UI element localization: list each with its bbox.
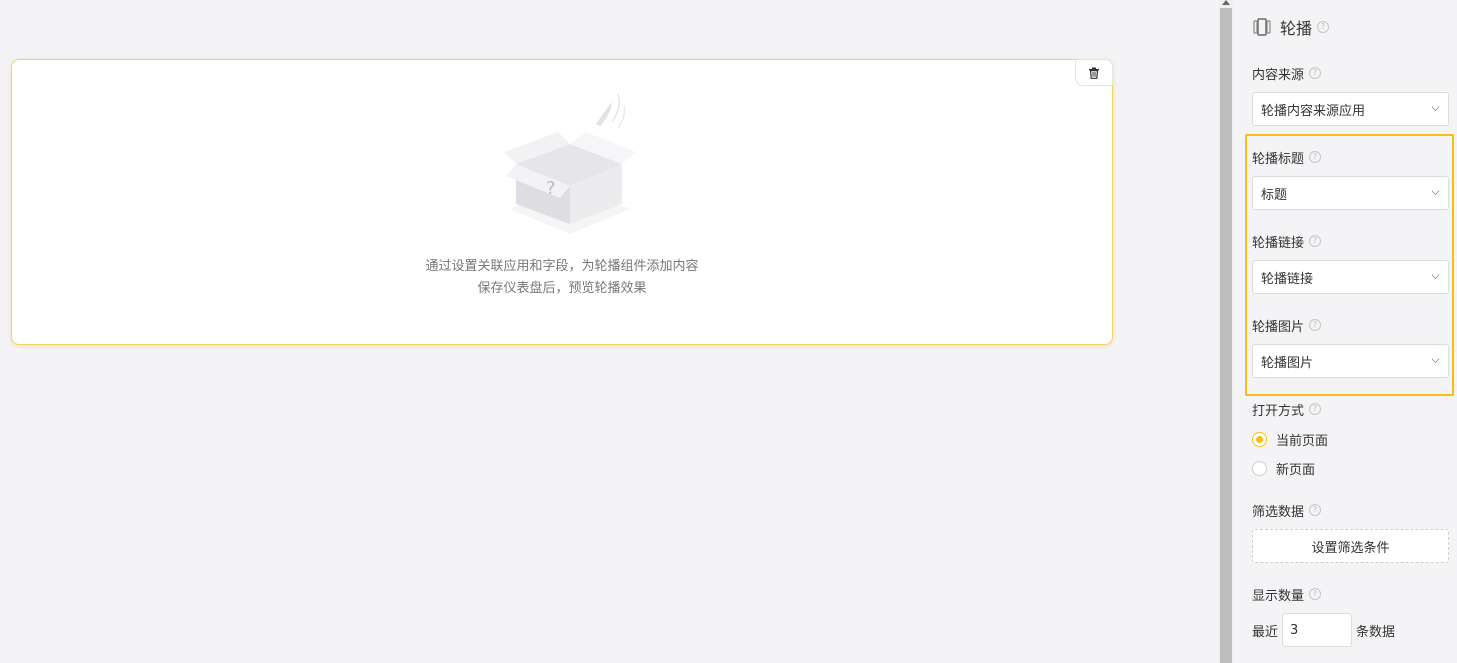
chevron-down-icon (1431, 190, 1440, 196)
radio-checked-icon[interactable] (1252, 431, 1267, 447)
help-icon[interactable]: ? (1309, 235, 1322, 247)
dashboard-canvas: ? 通过设置关联应用和字段，为轮播组件添加内容 保存仪表盘后，预览轮播效果 (0, 0, 1219, 663)
svg-text:?: ? (546, 178, 556, 199)
carousel-title-label: 轮播标题 ? (1252, 148, 1322, 167)
chevron-down-icon (1431, 106, 1440, 112)
filter-label: 筛选数据 ? (1252, 501, 1322, 520)
open-mode-option-label: 新页面 (1276, 462, 1316, 478)
help-icon[interactable]: ? (1309, 403, 1322, 415)
carousel-image-label: 轮播图片 ? (1252, 316, 1322, 335)
help-icon[interactable]: ? (1309, 504, 1322, 516)
help-icon[interactable]: ? (1309, 588, 1322, 600)
radio-unchecked-icon[interactable] (1252, 460, 1267, 476)
scroll-thumb[interactable] (1220, 8, 1232, 663)
carousel-link-label-text: 轮播链接 (1252, 235, 1305, 251)
empty-hint-line-1: 通过设置关联应用和字段，为轮播组件添加内容 (425, 259, 699, 274)
help-icon[interactable]: ? (1309, 67, 1322, 79)
carousel-image-label-text: 轮播图片 (1252, 319, 1305, 335)
carousel-title-select[interactable]: 标题 (1252, 176, 1449, 210)
canvas-scrollbar[interactable] (1219, 0, 1233, 663)
display-count-label-text: 显示数量 (1252, 588, 1305, 604)
display-count-suffix: 条数据 (1356, 624, 1396, 640)
open-mode-current-page[interactable]: 当前页面 (1252, 430, 1329, 449)
carousel-link-select[interactable]: 轮播链接 (1252, 260, 1449, 294)
set-filter-button[interactable]: 设置筛选条件 (1252, 529, 1449, 563)
display-count-prefix: 最近 (1252, 624, 1279, 640)
open-mode-new-page[interactable]: 新页面 (1252, 459, 1316, 478)
carousel-link-label: 轮播链接 ? (1252, 232, 1322, 251)
carousel-widget[interactable]: ? 通过设置关联应用和字段，为轮播组件添加内容 保存仪表盘后，预览轮播效果 (11, 59, 1113, 345)
open-mode-option-label: 当前页面 (1276, 433, 1329, 449)
content-source-label: 内容来源 ? (1252, 64, 1322, 83)
empty-hint-line-2: 保存仪表盘后，预览轮播效果 (477, 281, 647, 296)
open-mode-label-text: 打开方式 (1252, 403, 1305, 419)
panel-title: 轮播 (1280, 19, 1313, 38)
chevron-down-icon (1431, 274, 1440, 280)
help-icon[interactable]: ? (1309, 151, 1322, 163)
content-source-select[interactable]: 轮播内容来源应用 (1252, 92, 1449, 126)
panel-header: 轮播 ? (1252, 16, 1330, 38)
help-icon[interactable]: ? (1317, 21, 1330, 33)
carousel-image-value: 轮播图片 (1261, 355, 1314, 371)
carousel-image-select[interactable]: 轮播图片 (1252, 344, 1449, 378)
carousel-icon (1253, 18, 1271, 36)
display-count-input[interactable] (1282, 613, 1353, 647)
trash-icon (1089, 67, 1099, 79)
content-source-value: 轮播内容来源应用 (1261, 103, 1366, 119)
filter-label-text: 筛选数据 (1252, 504, 1305, 520)
chevron-down-icon (1431, 358, 1440, 364)
carousel-title-value: 标题 (1261, 187, 1288, 203)
delete-widget-button[interactable] (1075, 59, 1113, 86)
carousel-link-value: 轮播链接 (1261, 271, 1314, 287)
help-icon[interactable]: ? (1309, 319, 1322, 331)
carousel-title-label-text: 轮播标题 (1252, 151, 1305, 167)
open-mode-label: 打开方式 ? (1252, 400, 1322, 419)
settings-panel: 轮播 ? 内容来源 ? 轮播内容来源应用 轮播标题 ? 标题 轮播链接 ? 轮播… (1236, 0, 1457, 663)
display-count-label: 显示数量 ? (1252, 585, 1322, 604)
scroll-up-arrow-icon[interactable] (1222, 0, 1230, 5)
display-count-row: 最近 条数据 (1252, 613, 1395, 647)
content-source-label-text: 内容来源 (1252, 67, 1305, 83)
empty-box-illustration: ? (504, 94, 636, 234)
